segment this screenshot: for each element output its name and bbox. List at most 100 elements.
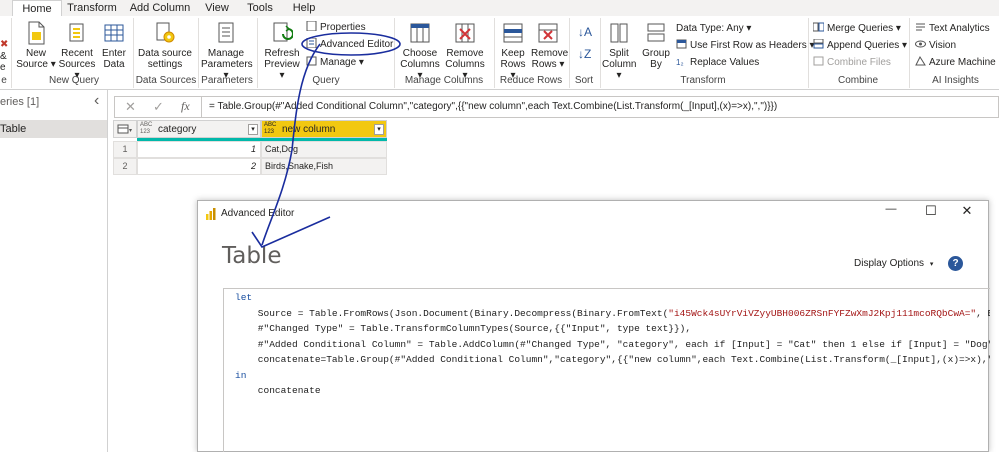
data-source-settings-button[interactable]: Data source settings <box>137 18 193 70</box>
group-by-icon <box>647 23 665 42</box>
enter-data-button[interactable]: Enter Data <box>99 18 129 70</box>
vision-button[interactable]: Vision <box>915 39 956 52</box>
close-button[interactable]: ✕ <box>954 203 980 219</box>
manage-columns-group-label: Manage Columns <box>404 75 484 86</box>
tab-tools[interactable]: Tools <box>240 0 280 16</box>
data-type-dropdown[interactable]: Data Type: Any ▾ <box>676 22 751 35</box>
refresh-preview-button[interactable]: Refresh Preview ▾ <box>261 18 303 81</box>
keep-rows-icon <box>503 23 523 43</box>
data-source-settings-label-2: settings <box>147 59 183 70</box>
new-source-label-2: Source ▾ <box>16 59 56 70</box>
reduce-rows-group-label: Reduce Rows <box>499 75 563 86</box>
azure-ml-label: Azure Machine Le <box>929 57 999 68</box>
combine-files-button[interactable]: Combine Files <box>813 56 891 69</box>
tab-transform[interactable]: Transform <box>64 0 120 16</box>
ribbon-separator <box>600 18 601 88</box>
merge-queries-button[interactable]: Merge Queries ▾ <box>813 22 901 35</box>
code-line: concatenate=Table.Group(#"Added Conditio… <box>235 354 990 365</box>
data-preview-grid: ▾ ABC 123 category ▾ ABC 123 new column … <box>113 120 388 175</box>
sort-descending-icon[interactable]: ↓Z <box>578 48 591 61</box>
column-header-category[interactable]: ABC 123 category ▾ <box>137 120 261 138</box>
maximize-button[interactable]: ☐ <box>918 203 944 219</box>
tab-add-column[interactable]: Add Column <box>126 0 194 16</box>
choose-columns-label-1: Choose <box>402 48 438 59</box>
recent-sources-button[interactable]: Recent Sources ▾ <box>58 18 96 81</box>
type-badge: ABC 123 <box>140 122 153 135</box>
recent-sources-label-1: Recent <box>61 48 93 59</box>
refresh-preview-label-1: Refresh <box>264 48 300 59</box>
formula-text-input[interactable]: = Table.Group(#"Added Conditional Column… <box>209 101 777 112</box>
remove-rows-button[interactable]: Remove Rows ▾ <box>531 18 569 70</box>
first-row-headers-label: Use First Row as Headers ▾ <box>690 40 815 51</box>
text-analytics-button[interactable]: Text Analytics <box>915 22 990 35</box>
row-number: 2 <box>113 158 137 175</box>
append-queries-button[interactable]: Append Queries ▾ <box>813 39 907 52</box>
ribbon-separator <box>257 18 258 88</box>
manage-parameters-button[interactable]: Manage Parameters ▾ <box>201 18 253 81</box>
choose-columns-button[interactable]: Choose Columns ▾ <box>398 18 442 81</box>
display-options-dropdown[interactable]: Display Options ▾ <box>854 258 933 269</box>
ribbon: ✖ & e e New Source ▾ Recent Sources ▾ En… <box>0 16 999 90</box>
choose-columns-icon <box>410 23 430 43</box>
keep-rows-button[interactable]: Keep Rows ▾ <box>497 18 529 81</box>
merge-queries-label: Merge Queries ▾ <box>827 23 901 34</box>
code-line: Source = Table.FromRows(Json.Document(Bi… <box>235 307 669 319</box>
combine-group-label: Combine <box>837 75 879 86</box>
row-number: 1 <box>113 141 137 158</box>
tab-help[interactable]: Help <box>286 0 322 16</box>
remove-columns-button[interactable]: Remove Columns ▾ <box>443 18 487 81</box>
code-line: #"Changed Type" = Table.TransformColumnT… <box>235 323 692 334</box>
grid-corner-table-icon[interactable]: ▾ <box>113 120 137 138</box>
append-queries-label: Append Queries ▾ <box>827 40 908 51</box>
cell-new-column[interactable]: Cat,Dog <box>261 141 387 158</box>
close-apply-stub-label-2: e <box>0 62 6 73</box>
formula-bar: ✕ ✓ fx = Table.Group(#"Added Conditional… <box>114 96 999 118</box>
refresh-icon <box>273 22 293 42</box>
new-source-label-1: New <box>25 48 46 59</box>
column-header-new-column[interactable]: ABC 123 new column ▾ <box>261 120 387 138</box>
remove-rows-label-1: Remove <box>531 48 569 59</box>
use-first-row-headers-button[interactable]: Use First Row as Headers ▾ <box>676 39 815 52</box>
new-source-icon <box>28 21 45 45</box>
replace-values-button[interactable]: 1₂ Replace Values <box>676 56 759 69</box>
data-source-gear-icon <box>156 22 175 43</box>
remove-columns-label-1: Remove <box>446 48 484 59</box>
cell-new-column[interactable]: Birds,Snake,Fish <box>261 158 387 175</box>
minimize-button[interactable]: — <box>878 203 904 215</box>
chevron-down-icon: ▾ <box>929 261 934 268</box>
new-source-button[interactable]: New Source ▾ <box>15 18 57 70</box>
collapse-pane-chevron-icon[interactable]: ‹ <box>94 92 99 110</box>
cancel-formula-icon[interactable]: ✕ <box>125 99 136 115</box>
query-name-heading: Table <box>222 243 282 269</box>
sort-group-label: Sort <box>574 75 594 86</box>
code-keyword-let: let <box>235 292 253 303</box>
query-item-table[interactable]: Table <box>0 120 107 138</box>
split-column-icon <box>610 23 628 43</box>
combine-files-label: Combine Files <box>827 57 891 68</box>
confirm-formula-icon[interactable]: ✓ <box>153 99 164 115</box>
replace-values-icon: 1₂ <box>676 58 684 66</box>
tab-view[interactable]: View <box>200 0 234 16</box>
table-grid-icon <box>104 24 124 42</box>
text-analytics-icon <box>916 23 925 31</box>
azure-ml-button[interactable]: Azure Machine Le <box>915 56 999 69</box>
cell-category[interactable]: 2 <box>137 158 261 175</box>
ai-insights-group-label: AI Insights <box>932 75 979 86</box>
svg-text:1₂: 1₂ <box>676 58 684 66</box>
data-source-settings-label-1: Data source <box>138 48 192 59</box>
query-item-label: Table <box>0 123 27 135</box>
queries-pane: eries [1] ‹ Table <box>0 90 108 452</box>
column-filter-dropdown-icon[interactable]: ▾ <box>248 124 258 135</box>
sort-ascending-icon[interactable]: ↓A <box>578 26 592 39</box>
tab-home[interactable]: Home <box>12 0 62 16</box>
code-line: , BinaryEnco <box>976 307 990 319</box>
fx-icon[interactable]: fx <box>181 99 190 114</box>
group-by-button[interactable]: Group By <box>641 18 671 70</box>
remove-columns-icon <box>455 23 475 43</box>
code-editor[interactable]: let Source = Table.FromRows(Json.Documen… <box>223 288 990 452</box>
ribbon-separator <box>909 18 910 88</box>
split-column-button[interactable]: Split Column ▾ <box>602 18 636 81</box>
help-icon[interactable]: ? <box>948 256 963 271</box>
column-filter-dropdown-icon[interactable]: ▾ <box>374 124 384 135</box>
cell-category[interactable]: 1 <box>137 141 261 158</box>
